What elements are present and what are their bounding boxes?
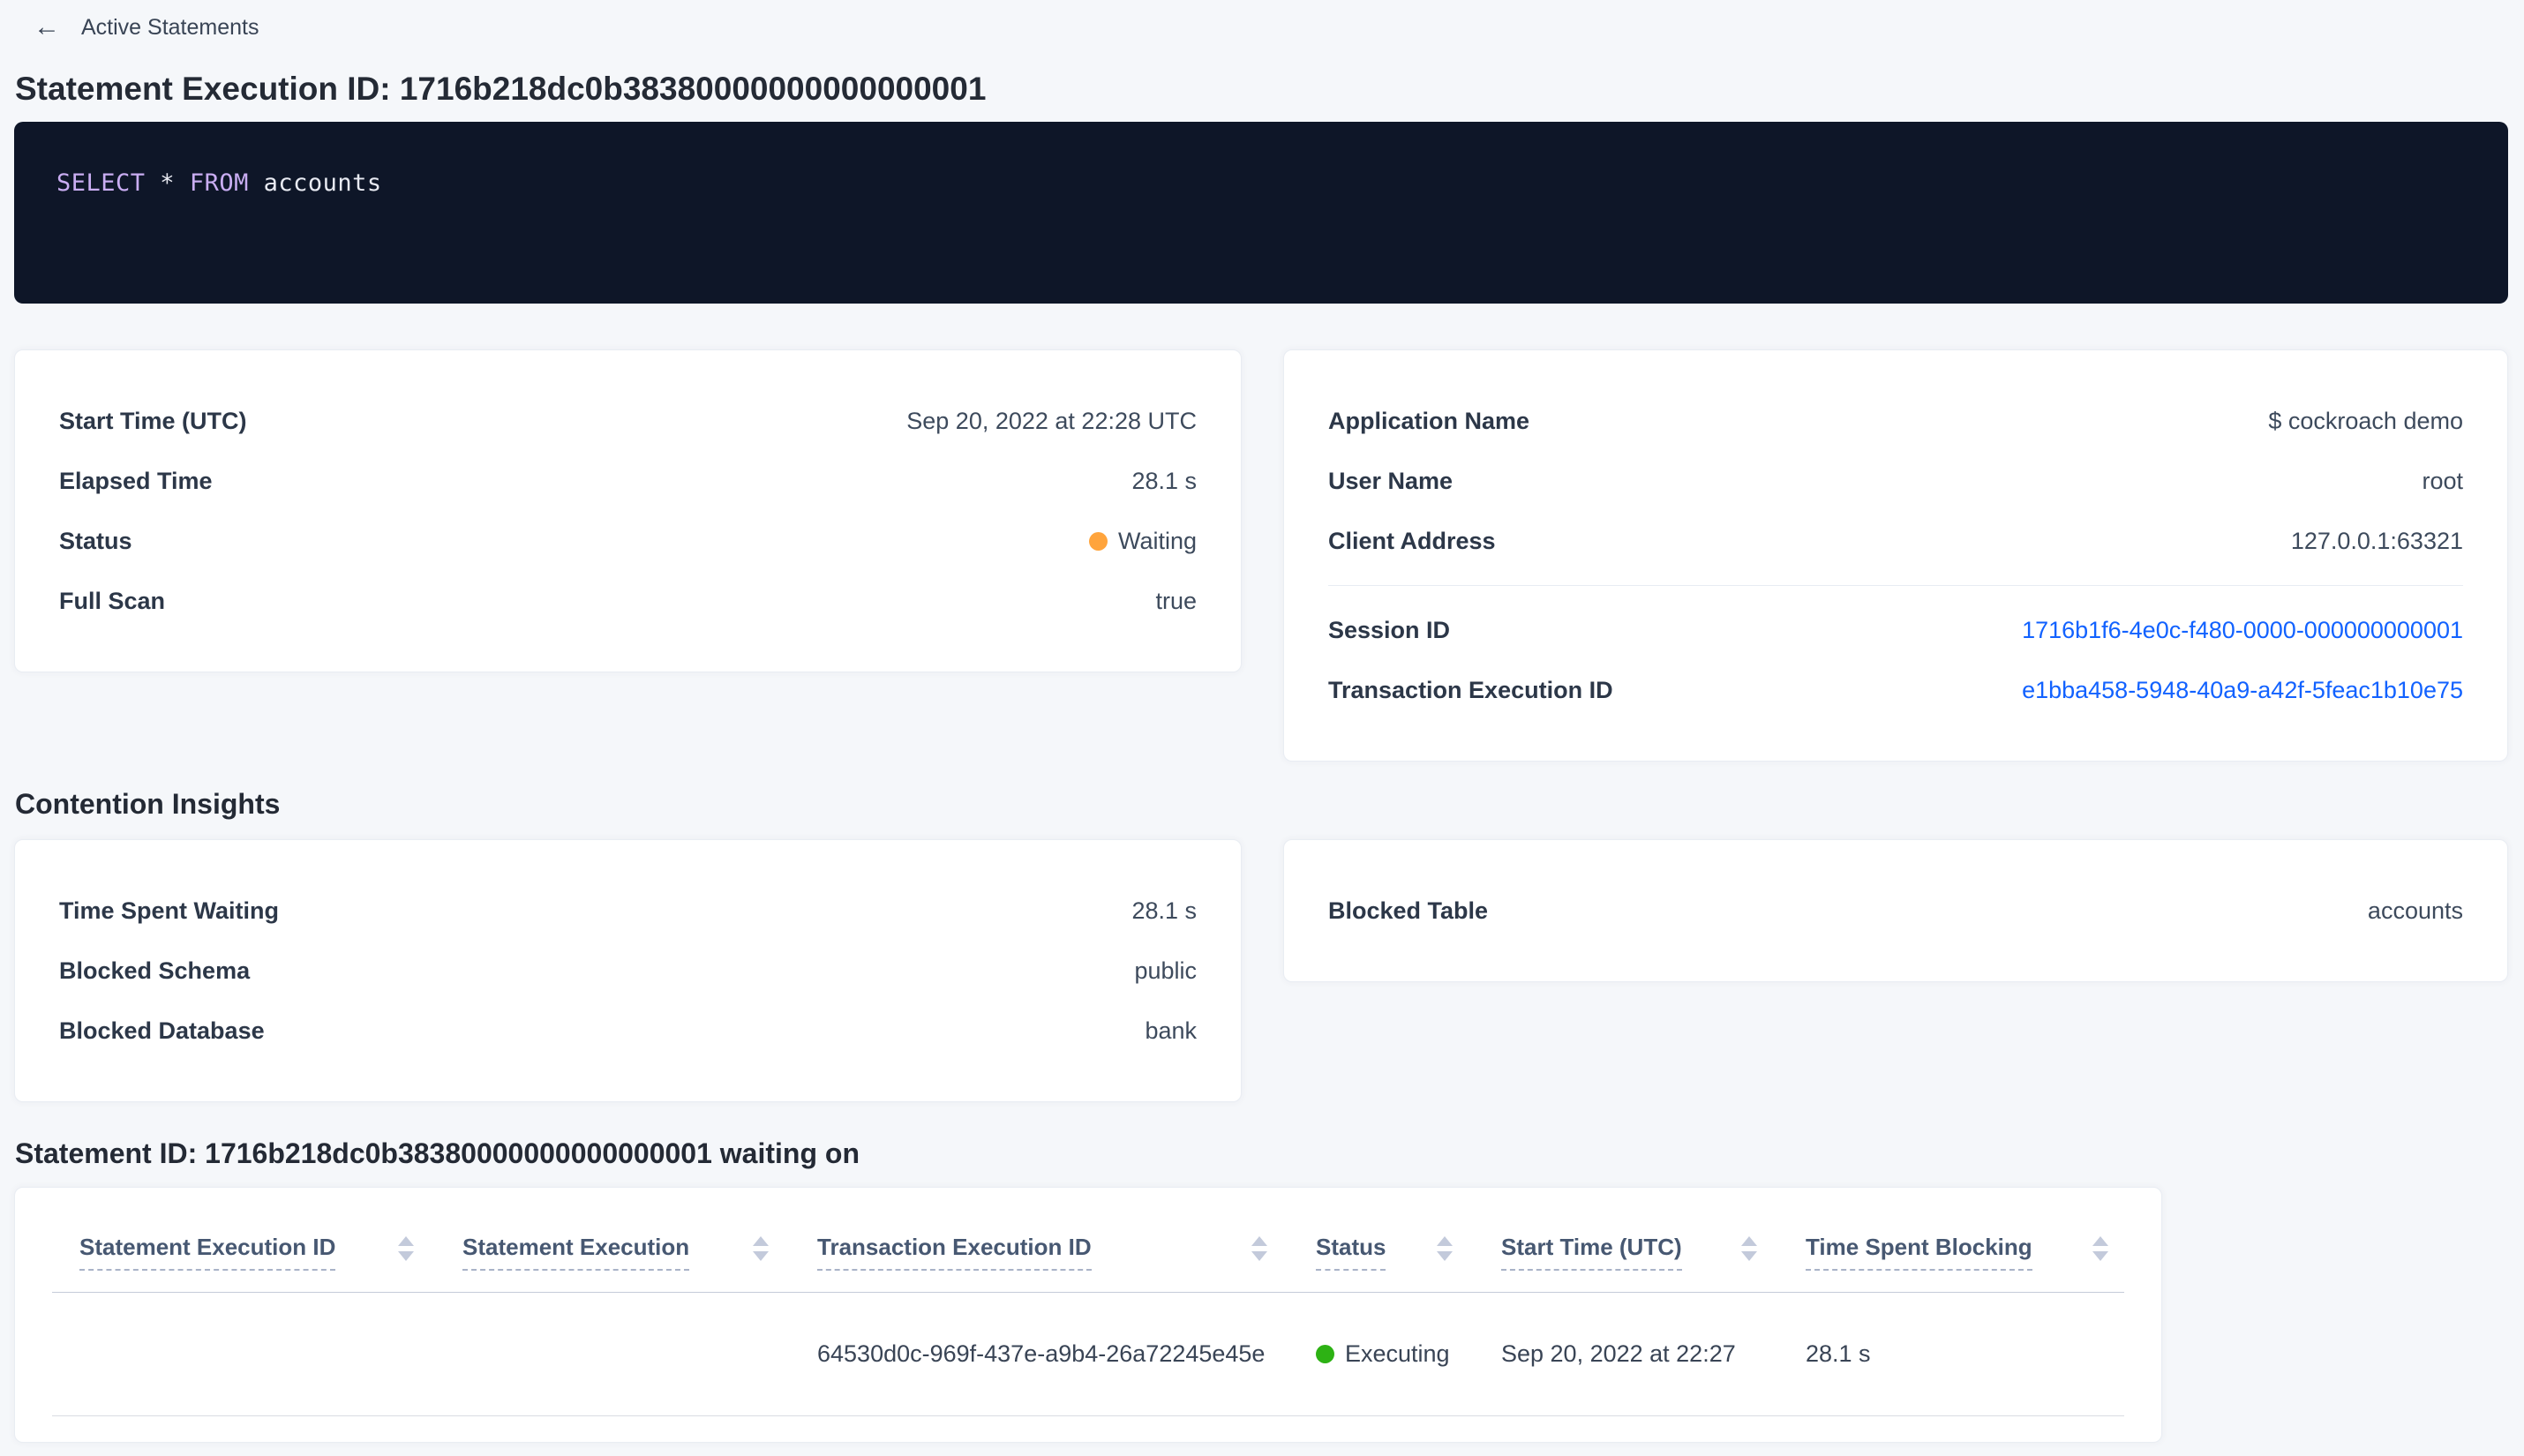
column-header-transaction-execution-id[interactable]: Transaction Execution ID — [817, 1234, 1316, 1271]
blocked-table-row: Blocked Table accounts — [1328, 881, 2463, 941]
blocked-table-card: Blocked Table accounts — [1283, 839, 2508, 982]
blocked-schema-row: Blocked Schema public — [59, 941, 1197, 1001]
sort-icon[interactable] — [2092, 1234, 2108, 1261]
contention-details-card: Time Spent Waiting 28.1 s Blocked Schema… — [14, 839, 1242, 1102]
full-scan-row: Full Scan true — [59, 571, 1197, 631]
contention-cards-row: Time Spent Waiting 28.1 s Blocked Schema… — [14, 839, 2508, 1102]
cell-status: Executing — [1316, 1340, 1501, 1368]
column-header-statement-execution[interactable]: Statement Execution — [462, 1234, 817, 1271]
user-name-label: User Name — [1328, 467, 1454, 494]
client-address-label: Client Address — [1328, 527, 1496, 554]
table-row: 64530d0c-969f-437e-a9b4-26a72245e45e Exe… — [52, 1293, 2124, 1416]
sort-icon[interactable] — [1437, 1234, 1453, 1261]
column-label-start-time: Start Time (UTC) — [1501, 1234, 1682, 1271]
executing-status-dot-icon — [1316, 1345, 1334, 1363]
cell-status-text: Executing — [1345, 1340, 1450, 1367]
sql-keyword-select: SELECT — [56, 169, 146, 197]
elapsed-time-label: Elapsed Time — [59, 467, 213, 494]
blocked-database-row: Blocked Database bank — [59, 1001, 1197, 1061]
client-address-row: Client Address 127.0.0.1:63321 — [1328, 511, 2463, 571]
blocked-table-label: Blocked Table — [1328, 897, 1489, 924]
user-name-value: root — [2422, 467, 2463, 494]
column-header-start-time[interactable]: Start Time (UTC) — [1501, 1234, 1806, 1271]
column-label-status: Status — [1316, 1234, 1386, 1271]
sql-keyword-from: FROM — [189, 169, 249, 197]
blocked-database-value: bank — [1145, 1017, 1197, 1044]
transaction-execution-id-link[interactable]: e1bba458-5948-40a9-a42f-5feac1b10e75 — [2022, 677, 2463, 704]
column-label-transaction-execution-id: Transaction Execution ID — [817, 1234, 1092, 1271]
elapsed-time-row: Elapsed Time 28.1 s — [59, 451, 1197, 511]
application-name-row: Application Name $ cockroach demo — [1328, 391, 2463, 451]
cell-time-spent-blocking: 28.1 s — [1806, 1340, 1871, 1367]
column-header-status[interactable]: Status — [1316, 1234, 1501, 1271]
sql-star: * — [145, 169, 190, 197]
user-name-row: User Name root — [1328, 451, 2463, 511]
status-row: Status Waiting — [59, 511, 1197, 571]
sql-statement-box: SELECT * FROM accounts — [14, 122, 2508, 304]
sort-icon[interactable] — [1251, 1234, 1267, 1261]
time-spent-waiting-row: Time Spent Waiting 28.1 s — [59, 881, 1197, 941]
card-divider — [1328, 585, 2463, 586]
page-title: Statement Execution ID: 1716b218dc0b3838… — [15, 71, 987, 107]
transaction-execution-id-row: Transaction Execution ID e1bba458-5948-4… — [1328, 660, 2463, 720]
column-label-time-spent-blocking: Time Spent Blocking — [1806, 1234, 2032, 1271]
time-spent-waiting-label: Time Spent Waiting — [59, 897, 280, 924]
waiting-on-table: Statement Execution ID Statement Executi… — [14, 1187, 2162, 1443]
column-header-statement-execution-id[interactable]: Statement Execution ID — [79, 1234, 462, 1271]
sort-icon[interactable] — [398, 1234, 414, 1261]
back-link-label: Active Statements — [81, 14, 259, 40]
contention-insights-heading: Contention Insights — [15, 788, 281, 820]
back-to-active-statements-link[interactable]: ← Active Statements — [34, 12, 259, 42]
session-id-link[interactable]: 1716b1f6-4e0c-f480-0000-000000000001 — [2022, 617, 2463, 644]
overview-cards-row: Start Time (UTC) Sep 20, 2022 at 22:28 U… — [14, 349, 2508, 762]
blocked-schema-label: Blocked Schema — [59, 957, 251, 984]
cell-transaction-execution-id: 64530d0c-969f-437e-a9b4-26a72245e45e — [817, 1340, 1266, 1367]
column-header-time-spent-blocking[interactable]: Time Spent Blocking — [1806, 1234, 2124, 1271]
application-name-label: Application Name — [1328, 407, 1530, 434]
sort-icon[interactable] — [753, 1234, 769, 1261]
status-label: Status — [59, 527, 132, 554]
full-scan-label: Full Scan — [59, 587, 166, 614]
waiting-on-heading: Statement ID: 1716b218dc0b38380000000000… — [15, 1137, 860, 1169]
session-overview-card: Application Name $ cockroach demo User N… — [1283, 349, 2508, 762]
application-name-value: $ cockroach demo — [2268, 407, 2463, 434]
waiting-status-dot-icon — [1088, 531, 1108, 551]
arrow-left-icon: ← — [34, 12, 60, 41]
status-text: Waiting — [1117, 527, 1197, 554]
blocked-schema-value: public — [1134, 957, 1197, 984]
full-scan-value: true — [1155, 587, 1197, 614]
start-time-row: Start Time (UTC) Sep 20, 2022 at 22:28 U… — [59, 391, 1197, 451]
blocked-table-value: accounts — [2367, 897, 2463, 924]
start-time-label: Start Time (UTC) — [59, 407, 247, 434]
time-spent-waiting-value: 28.1 s — [1131, 897, 1197, 924]
session-id-label: Session ID — [1328, 616, 1451, 643]
sort-icon[interactable] — [1741, 1234, 1757, 1261]
blocked-database-label: Blocked Database — [59, 1017, 265, 1044]
session-id-row: Session ID 1716b1f6-4e0c-f480-0000-00000… — [1328, 600, 2463, 660]
client-address-value: 127.0.0.1:63321 — [2290, 527, 2463, 554]
transaction-execution-id-label: Transaction Execution ID — [1328, 676, 1613, 703]
waiting-on-table-header: Statement Execution ID Statement Executi… — [52, 1188, 2124, 1293]
sql-table-name: accounts — [248, 169, 382, 197]
column-label-statement-execution: Statement Execution — [462, 1234, 690, 1271]
status-value: Waiting — [1088, 527, 1197, 555]
cell-start-time: Sep 20, 2022 at 22:27 — [1501, 1340, 1736, 1367]
start-time-value: Sep 20, 2022 at 22:28 UTC — [906, 407, 1197, 434]
elapsed-time-value: 28.1 s — [1131, 467, 1197, 494]
column-label-statement-execution-id: Statement Execution ID — [79, 1234, 336, 1271]
execution-overview-card: Start Time (UTC) Sep 20, 2022 at 22:28 U… — [14, 349, 1242, 672]
